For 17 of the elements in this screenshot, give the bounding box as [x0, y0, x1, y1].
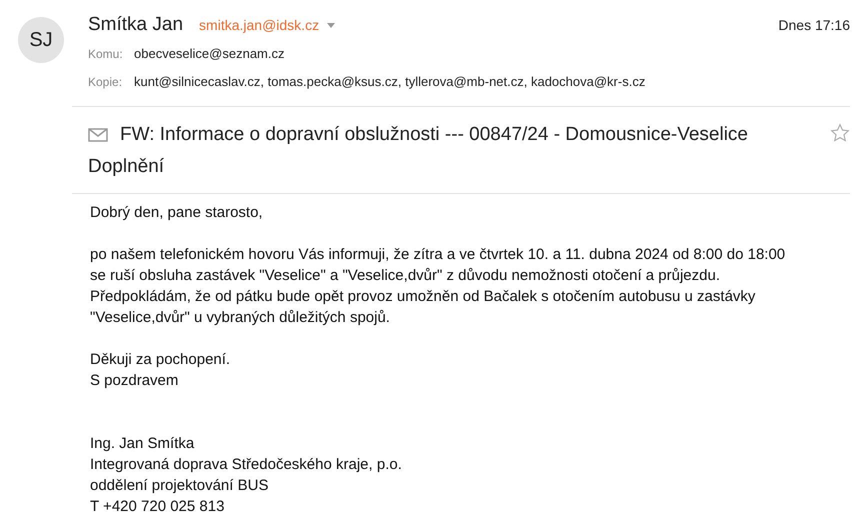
recipient-label: Kopie:	[88, 74, 124, 91]
subject-line: FW: Informace o dopravní obslužnosti --- 00847/24 - Domousnice-Veselice	[119, 123, 750, 147]
recipient-address: obecveselice@seznam.cz	[134, 45, 284, 64]
body-paragraph: Děkuji za pochopení. S pozdravem	[90, 350, 232, 391]
subject-line: Doplnění	[88, 155, 166, 179]
body-paragraph: po našem telefonickém hovoru Vás informuji, že zítra a ve čtvrtek 10. a 11. dubna 2024 od 8:00 do 18:00 se ruší obsluha zastávek "Veselice" a "Veselice,dvůr" z důvodu nemožnosti otočení a průjezdu. Předpokládám, že od pátku bude opět provoz umožněn od Bačalek s otočením autobusu u zastávky "Veselice,dvůr" u vybraných důležitých spojů.	[90, 245, 786, 328]
sender-email[interactable]: smitka.jan@idsk.cz	[199, 14, 320, 36]
sender-name: Smítka Jan	[88, 12, 184, 37]
caret-icon[interactable]	[327, 22, 336, 28]
date: Dnes 17:16	[778, 16, 850, 34]
body-paragraph: Dobrý den, pane starosto,	[90, 203, 264, 223]
avatar: SJ	[18, 17, 64, 63]
recipient-label: Komu:	[88, 46, 124, 63]
body-paragraph: Ing. Jan Smítka Integrovaná doprava Středočeského kraje, p.o. oddělení projektování BUS T +420 720 025 813	[90, 434, 403, 512]
recipient-address: kunt@silnicecaslav.cz, tomas.pecka@ksus.cz, tyllerova@mb-net.cz, kadochova@kr-s.cz	[134, 73, 646, 92]
envelope-icon	[88, 128, 108, 142]
star-icon[interactable]	[830, 123, 850, 143]
